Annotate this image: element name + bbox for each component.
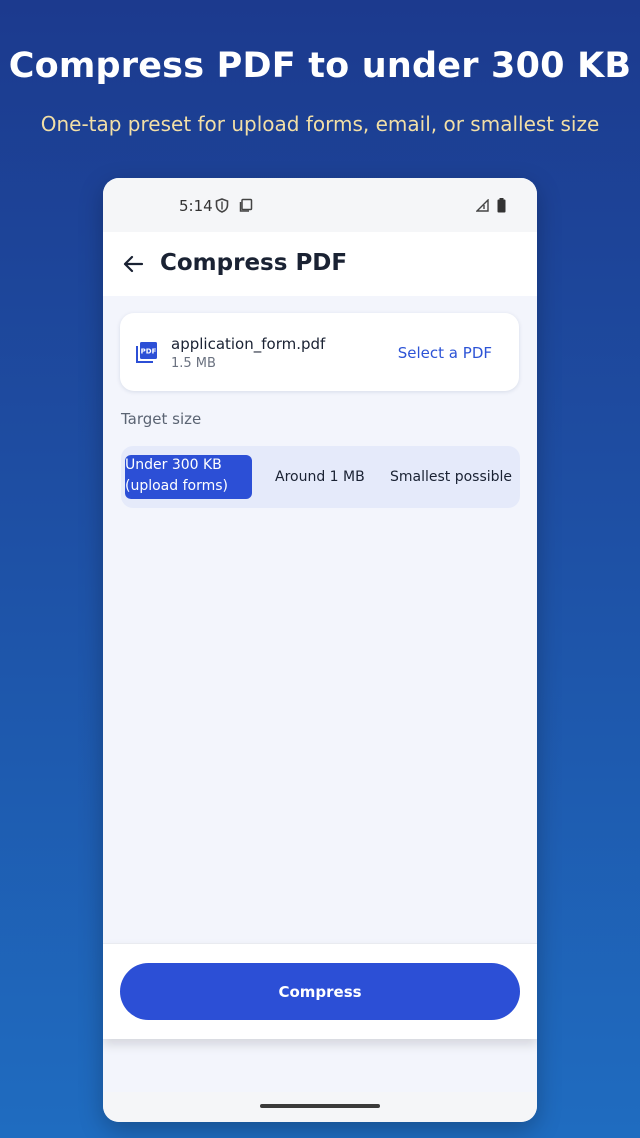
signal-icon [476,199,489,212]
promo-subline: One-tap preset for upload forms, email, … [40,112,600,136]
promo-headline: Compress PDF to under 300 KB [8,46,632,86]
status-time: 5:14 [179,197,213,215]
page-title: Compress PDF [160,250,348,276]
file-card: PDF application_form.pdf 1.5 MB Select a… [120,313,519,391]
target-size-label: Target size [121,410,202,428]
arrow-left-icon[interactable] [121,252,145,276]
navigation-bar [103,1092,537,1122]
option-under-300kb[interactable]: Under 300 KB (upload forms) [125,455,252,499]
option-under-300kb-line2: (upload forms) [125,478,228,494]
pdf-icon: PDF [136,342,157,363]
compress-button[interactable]: Compress [120,963,520,1020]
status-bar: 5:14 [103,178,537,232]
target-size-selector: Under 300 KB (upload forms) Around 1 MB … [121,446,520,508]
clipboard-icon [239,198,253,212]
shield-icon [215,198,229,213]
option-under-300kb-line1: Under 300 KB [125,457,222,473]
home-indicator[interactable] [260,1104,380,1108]
file-name: application_form.pdf [171,335,326,353]
select-pdf-button[interactable]: Select a PDF [398,344,492,362]
bottom-action-bar: Compress [103,943,537,1039]
option-around-1mb[interactable]: Around 1 MB [275,455,365,499]
app-bar: Compress PDF [103,232,537,296]
battery-icon [497,198,506,213]
option-smallest-possible[interactable]: Smallest possible [390,455,512,499]
phone-screen: 5:14 Compress PDF PDF application_form.p… [103,178,537,1122]
file-size: 1.5 MB [171,356,216,371]
svg-text:PDF: PDF [141,348,157,356]
